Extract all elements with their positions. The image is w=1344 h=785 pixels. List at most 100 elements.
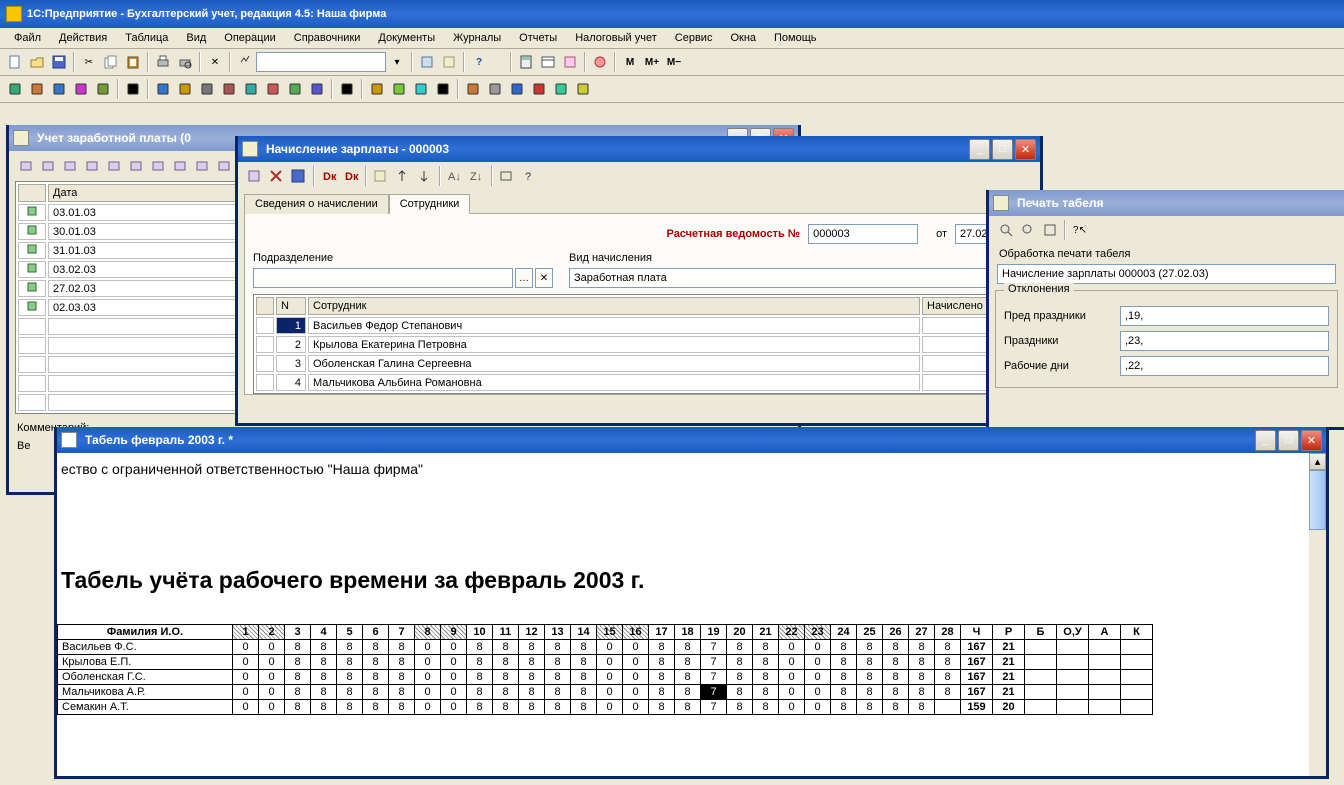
tb2-icon-4[interactable] bbox=[92, 78, 114, 100]
row-marker[interactable] bbox=[18, 204, 46, 221]
ptb-5[interactable]: Dк bbox=[340, 165, 362, 187]
jtb-6[interactable] bbox=[147, 155, 169, 177]
calendar-icon[interactable] bbox=[537, 51, 559, 73]
ved-no-field[interactable]: 000003 bbox=[808, 224, 918, 244]
min-button[interactable]: _ bbox=[969, 139, 990, 160]
podr-select-icon[interactable]: … bbox=[515, 268, 533, 288]
emp-cell[interactable]: Крылова Екатерина Петровна bbox=[308, 336, 920, 353]
tb2-icon-14[interactable] bbox=[336, 78, 358, 100]
memory-mplus[interactable]: M+ bbox=[641, 51, 663, 73]
jtb-1[interactable] bbox=[37, 155, 59, 177]
menu-Вид[interactable]: Вид bbox=[178, 30, 214, 46]
vscrollbar[interactable]: ▴ bbox=[1309, 453, 1326, 776]
jtb-5[interactable] bbox=[125, 155, 147, 177]
close-button[interactable]: ✕ bbox=[1015, 139, 1036, 160]
menu-Сервис[interactable]: Сервис bbox=[667, 30, 721, 46]
print-icon[interactable] bbox=[152, 51, 174, 73]
row-marker[interactable] bbox=[18, 299, 46, 316]
ptb-2[interactable] bbox=[288, 165, 310, 187]
tab-0[interactable]: Сведения о начислении bbox=[244, 194, 389, 214]
tb2-icon-8[interactable] bbox=[196, 78, 218, 100]
tb2-icon-2[interactable] bbox=[48, 78, 70, 100]
tb2-icon-22[interactable] bbox=[528, 78, 550, 100]
jtb-8[interactable] bbox=[191, 155, 213, 177]
n-cell[interactable]: 3 bbox=[276, 355, 306, 372]
emp-cell[interactable]: Оболенская Галина Сергеевна bbox=[308, 355, 920, 372]
print-preview-icon[interactable] bbox=[174, 51, 196, 73]
n-cell[interactable]: 4 bbox=[276, 374, 306, 391]
tb-btn-b[interactable] bbox=[438, 51, 460, 73]
save-icon[interactable] bbox=[48, 51, 70, 73]
menu-Файл[interactable]: Файл bbox=[6, 30, 49, 46]
tb2-icon-17[interactable] bbox=[410, 78, 432, 100]
calc-icon[interactable] bbox=[515, 51, 537, 73]
jtb-3[interactable] bbox=[81, 155, 103, 177]
tb2-icon-11[interactable] bbox=[262, 78, 284, 100]
tabel-titlebar[interactable]: Табель февраль 2003 г. * _ □ ✕ bbox=[57, 427, 1326, 453]
scroll-thumb[interactable] bbox=[1309, 470, 1326, 530]
tb2-icon-1[interactable] bbox=[26, 78, 48, 100]
copy-icon[interactable] bbox=[100, 51, 122, 73]
open-icon[interactable] bbox=[26, 51, 48, 73]
jtb-0[interactable] bbox=[15, 155, 37, 177]
print-titlebar[interactable]: Печать табеля bbox=[989, 190, 1344, 216]
payroll-titlebar[interactable]: Начисление зарплаты - 000003 _ □ ✕ bbox=[238, 136, 1040, 162]
print-tabel-window[interactable]: Печать табеля ?↖ Обработка печати табеля… bbox=[986, 190, 1344, 430]
memory-m[interactable]: M bbox=[619, 51, 641, 73]
ptb-9[interactable] bbox=[414, 165, 436, 187]
emp-cell[interactable]: Мальчикова Альбина Романовна bbox=[308, 374, 920, 391]
ptb-12[interactable]: Z↓ bbox=[466, 165, 488, 187]
menu-Таблица[interactable]: Таблица bbox=[117, 30, 176, 46]
search-combo[interactable] bbox=[256, 52, 386, 72]
tb2-icon-21[interactable] bbox=[506, 78, 528, 100]
vid-field[interactable]: Заработная плата bbox=[569, 268, 1025, 288]
new-doc-icon[interactable] bbox=[4, 51, 26, 73]
menu-Журналы[interactable]: Журналы bbox=[445, 30, 509, 46]
tb2-icon-18[interactable] bbox=[432, 78, 454, 100]
jtb-2[interactable] bbox=[59, 155, 81, 177]
min-button[interactable]: _ bbox=[1255, 430, 1276, 451]
max-button[interactable]: □ bbox=[992, 139, 1013, 160]
n-cell[interactable]: 1 bbox=[276, 317, 306, 334]
emp-cell[interactable]: Васильев Федор Степанович bbox=[308, 317, 920, 334]
tb2-icon-12[interactable] bbox=[284, 78, 306, 100]
tb2-icon-10[interactable] bbox=[240, 78, 262, 100]
menu-Налоговый учет[interactable]: Налоговый учет bbox=[567, 30, 665, 46]
memory-mminus[interactable]: M− bbox=[663, 51, 685, 73]
tb2-icon-3[interactable] bbox=[70, 78, 92, 100]
jtb-7[interactable] bbox=[169, 155, 191, 177]
tb2-icon-7[interactable] bbox=[174, 78, 196, 100]
row-marker[interactable] bbox=[18, 242, 46, 259]
close-button[interactable]: ✕ bbox=[1301, 430, 1322, 451]
jtb-4[interactable] bbox=[103, 155, 125, 177]
n-cell[interactable]: 2 bbox=[276, 336, 306, 353]
delete-icon[interactable]: ✕ bbox=[204, 51, 226, 73]
scroll-up-icon[interactable]: ▴ bbox=[1309, 453, 1326, 470]
podr-clear-icon[interactable]: ✕ bbox=[535, 268, 553, 288]
ptb-11[interactable]: A↓ bbox=[444, 165, 466, 187]
tabel-window[interactable]: Табель февраль 2003 г. * _ □ ✕ ество с о… bbox=[54, 427, 1329, 779]
ptb-0[interactable] bbox=[244, 165, 266, 187]
ptb-7[interactable] bbox=[370, 165, 392, 187]
field-input-0[interactable]: ,19, bbox=[1120, 306, 1329, 326]
menu-Действия[interactable]: Действия bbox=[51, 30, 115, 46]
print-tb3[interactable] bbox=[1039, 219, 1061, 241]
field-input-2[interactable]: ,22, bbox=[1120, 356, 1329, 376]
tb2-icon-19[interactable] bbox=[462, 78, 484, 100]
help-icon[interactable]: ? bbox=[468, 51, 490, 73]
tb2-icon-13[interactable] bbox=[306, 78, 328, 100]
ptb-15[interactable]: ? bbox=[518, 165, 540, 187]
tb-btn-a[interactable] bbox=[416, 51, 438, 73]
payroll-window[interactable]: Начисление зарплаты - 000003 _ □ ✕ DкDкA… bbox=[235, 136, 1043, 426]
field-input-1[interactable]: ,23, bbox=[1120, 331, 1329, 351]
menu-Документы[interactable]: Документы bbox=[370, 30, 443, 46]
tb-btn-c[interactable] bbox=[559, 51, 581, 73]
tb2-icon-0[interactable] bbox=[4, 78, 26, 100]
tb2-icon-16[interactable] bbox=[388, 78, 410, 100]
menu-Операции[interactable]: Операции bbox=[216, 30, 283, 46]
row-marker[interactable] bbox=[18, 280, 46, 297]
search-dropdown-icon[interactable]: ▾ bbox=[386, 51, 408, 73]
tb2-icon-15[interactable] bbox=[366, 78, 388, 100]
ptb-14[interactable] bbox=[496, 165, 518, 187]
menu-Помощь[interactable]: Помощь bbox=[766, 30, 825, 46]
